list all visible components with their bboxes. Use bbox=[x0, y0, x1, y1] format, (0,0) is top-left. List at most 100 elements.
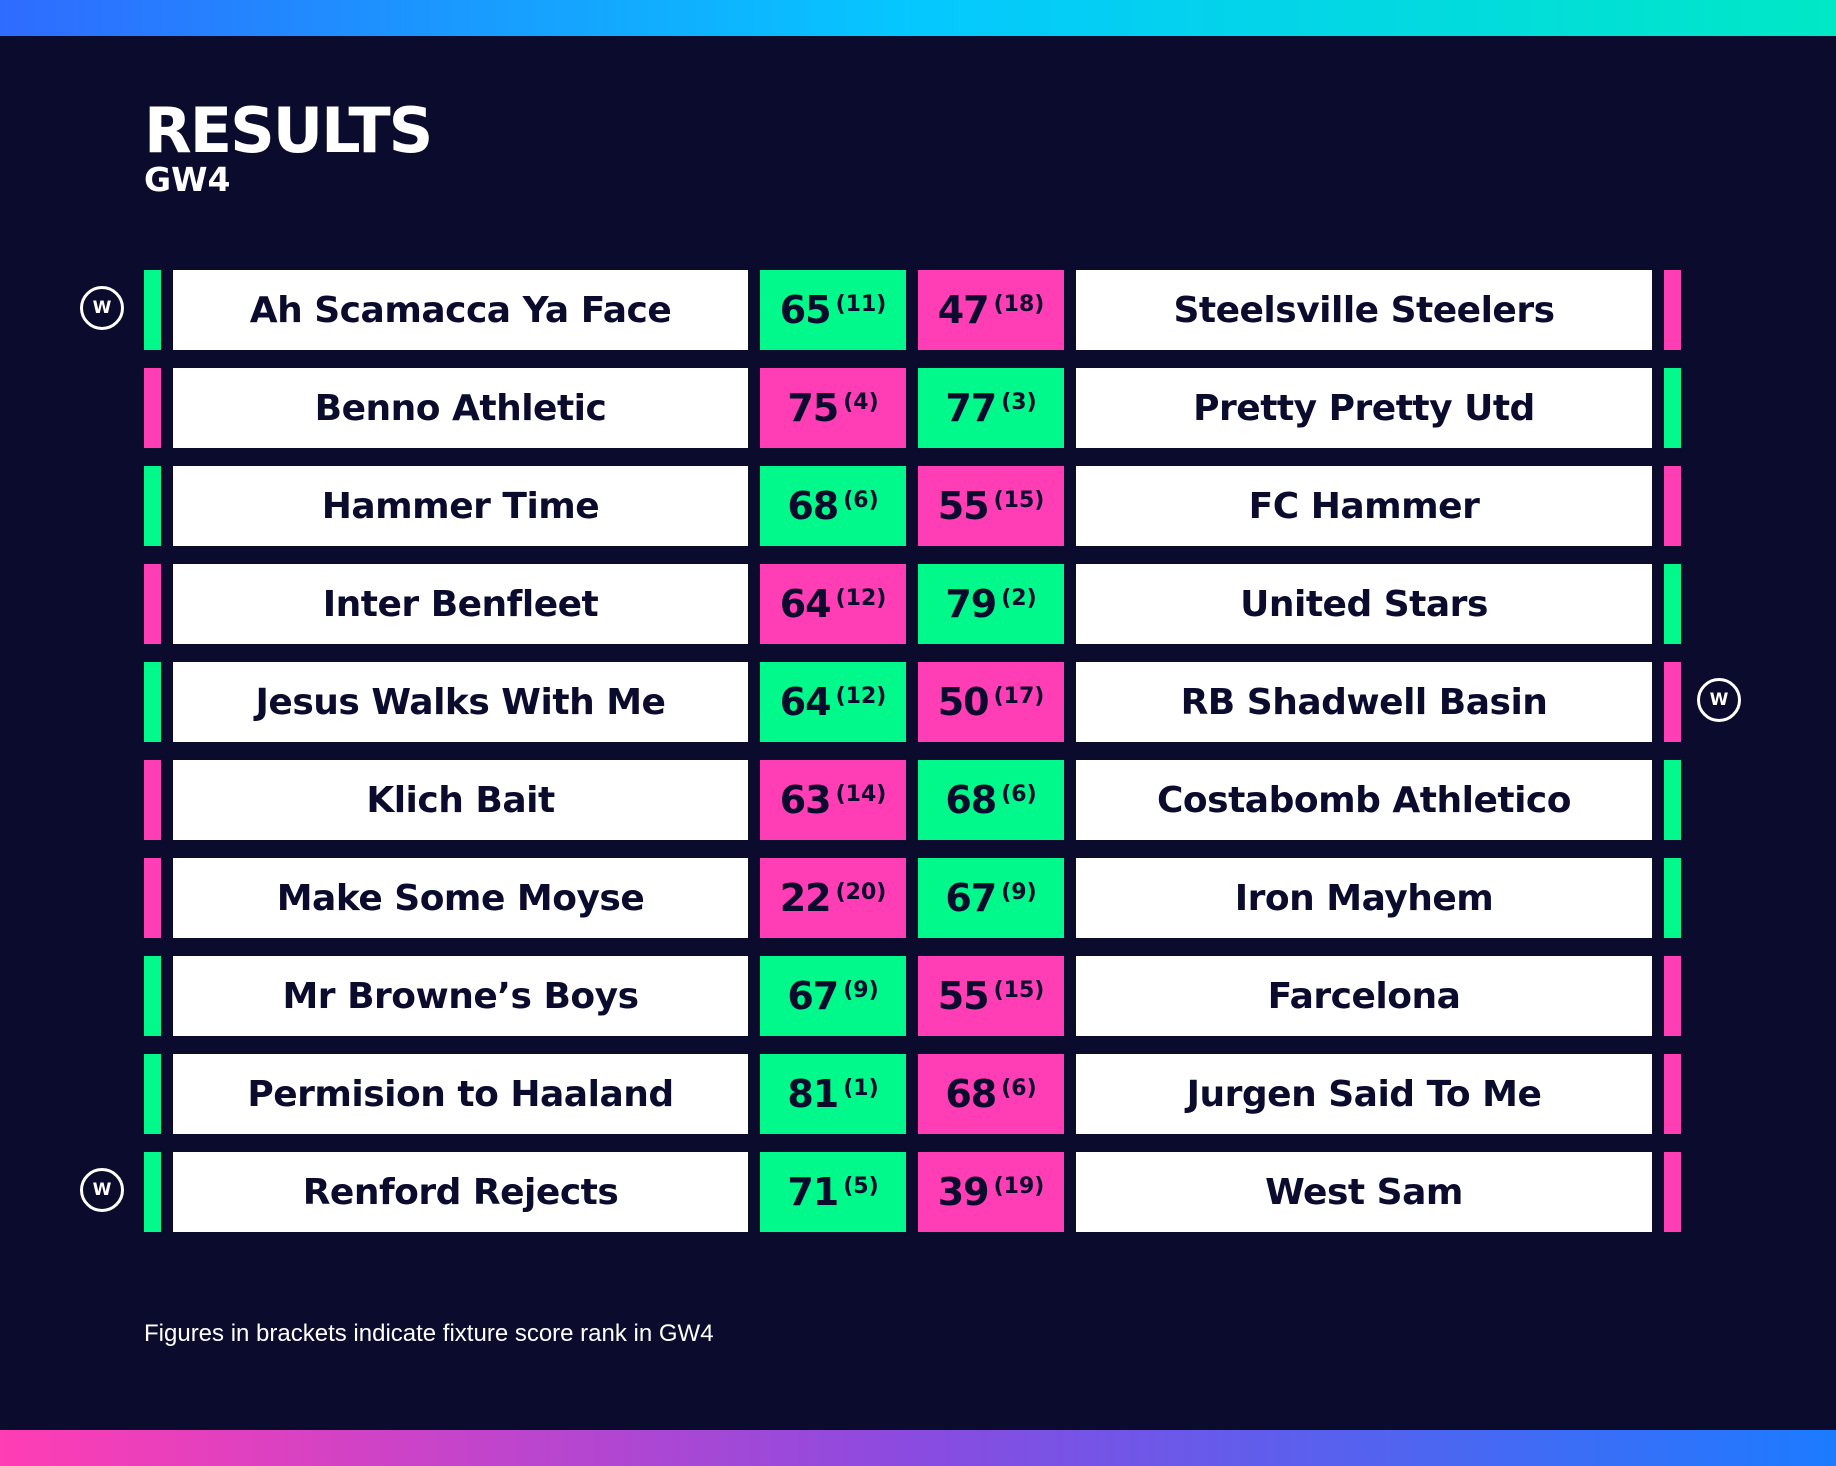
away-team-name: Iron Mayhem bbox=[1076, 858, 1652, 938]
away-score: 68 (6) bbox=[918, 1054, 1064, 1134]
away-score: 79 (2) bbox=[918, 564, 1064, 644]
away-score-rank: (2) bbox=[1001, 585, 1037, 611]
home-score: 65 (11) bbox=[760, 270, 906, 350]
home-score: 64 (12) bbox=[760, 564, 906, 644]
away-team-name: West Sam bbox=[1076, 1152, 1652, 1232]
away-team-name: FC Hammer bbox=[1076, 466, 1652, 546]
home-score-points: 67 bbox=[787, 974, 839, 1018]
away-result-stripe bbox=[1664, 270, 1681, 350]
home-score-rank: (12) bbox=[835, 585, 887, 611]
away-score-rank: (9) bbox=[1001, 879, 1037, 905]
away-team-name: United Stars bbox=[1076, 564, 1652, 644]
home-result-stripe bbox=[144, 270, 161, 350]
away-score: 55 (15) bbox=[918, 956, 1064, 1036]
home-score-points: 64 bbox=[779, 680, 832, 724]
away-score-points: 77 bbox=[945, 386, 997, 430]
home-result-stripe bbox=[144, 662, 161, 742]
home-score-points: 71 bbox=[787, 1170, 839, 1214]
away-score-points: 79 bbox=[945, 582, 997, 626]
fixture-row: Benno Athletic 75 (4) 77 (3) Pretty Pretty Ut… bbox=[0, 368, 1836, 448]
home-score-points: 68 bbox=[787, 484, 839, 528]
home-score-points: 65 bbox=[779, 288, 832, 332]
home-team-name: Ah Scamacca Ya Face bbox=[173, 270, 748, 350]
away-score-rank: (17) bbox=[993, 683, 1045, 709]
away-team-name: Pretty Pretty Utd bbox=[1076, 368, 1652, 448]
home-team-name: Benno Athletic bbox=[173, 368, 748, 448]
win-badge-icon: W bbox=[80, 286, 124, 330]
away-score-points: 50 bbox=[937, 680, 990, 724]
away-result-stripe bbox=[1664, 858, 1681, 938]
home-team-name: Mr Browne’s Boys bbox=[173, 956, 748, 1036]
home-score-rank: (1) bbox=[843, 1075, 879, 1101]
fixture-row: Jesus Walks With Me 64 (12) 50 (17) RB Shadwe… bbox=[0, 662, 1836, 742]
away-score-rank: (6) bbox=[1001, 1075, 1037, 1101]
home-result-stripe bbox=[144, 368, 161, 448]
home-score-points: 64 bbox=[779, 582, 832, 626]
away-score-points: 55 bbox=[937, 484, 990, 528]
win-badge-icon: W bbox=[80, 1168, 124, 1212]
gameweek-label: GW4 bbox=[144, 160, 231, 199]
home-score: 64 (12) bbox=[760, 662, 906, 742]
home-score: 63 (14) bbox=[760, 760, 906, 840]
away-score: 77 (3) bbox=[918, 368, 1064, 448]
home-team-name: Renford Rejects bbox=[173, 1152, 748, 1232]
away-team-name: Farcelona bbox=[1076, 956, 1652, 1036]
away-result-stripe bbox=[1664, 1152, 1681, 1232]
away-result-stripe bbox=[1664, 1054, 1681, 1134]
home-result-stripe bbox=[144, 956, 161, 1036]
away-score: 50 (17) bbox=[918, 662, 1064, 742]
fixture-row: Renford Rejects 71 (5) 39 (19) West Sam W bbox=[0, 1152, 1836, 1232]
home-score: 75 (4) bbox=[760, 368, 906, 448]
home-score-rank: (14) bbox=[835, 781, 887, 807]
away-score-rank: (19) bbox=[993, 1173, 1045, 1199]
home-result-stripe bbox=[144, 466, 161, 546]
home-score-rank: (9) bbox=[843, 977, 879, 1003]
home-score-rank: (12) bbox=[835, 683, 887, 709]
away-score-points: 67 bbox=[945, 876, 997, 920]
home-score: 71 (5) bbox=[760, 1152, 906, 1232]
away-result-stripe bbox=[1664, 466, 1681, 546]
home-team-name: Klich Bait bbox=[173, 760, 748, 840]
home-result-stripe bbox=[144, 858, 161, 938]
home-score-rank: (5) bbox=[843, 1173, 879, 1199]
page-title: RESULTS bbox=[144, 94, 433, 167]
home-team-name: Permision to Haaland bbox=[173, 1054, 748, 1134]
home-score: 81 (1) bbox=[760, 1054, 906, 1134]
away-result-stripe bbox=[1664, 662, 1681, 742]
away-score-points: 55 bbox=[937, 974, 990, 1018]
away-score-rank: (3) bbox=[1001, 389, 1037, 415]
away-team-name: Costabomb Athletico bbox=[1076, 760, 1652, 840]
away-result-stripe bbox=[1664, 956, 1681, 1036]
away-score: 39 (19) bbox=[918, 1152, 1064, 1232]
home-score-points: 81 bbox=[787, 1072, 839, 1116]
home-result-stripe bbox=[144, 1054, 161, 1134]
home-team-name: Make Some Moyse bbox=[173, 858, 748, 938]
top-gradient-bar bbox=[0, 0, 1836, 36]
home-score-rank: (20) bbox=[835, 879, 887, 905]
home-score: 22 (20) bbox=[760, 858, 906, 938]
home-result-stripe bbox=[144, 760, 161, 840]
fixture-row: Permision to Haaland 81 (1) 68 (6) Jurgen Sai… bbox=[0, 1054, 1836, 1134]
away-result-stripe bbox=[1664, 760, 1681, 840]
away-score-rank: (15) bbox=[993, 487, 1045, 513]
away-score: 68 (6) bbox=[918, 760, 1064, 840]
home-team-name: Inter Benfleet bbox=[173, 564, 748, 644]
win-badge-icon: W bbox=[1697, 678, 1741, 722]
home-score-points: 22 bbox=[779, 876, 832, 920]
footnote: Figures in brackets indicate fixture sco… bbox=[144, 1320, 714, 1347]
home-score-rank: (11) bbox=[835, 291, 887, 317]
away-score-points: 39 bbox=[937, 1170, 990, 1214]
home-result-stripe bbox=[144, 564, 161, 644]
home-score: 68 (6) bbox=[760, 466, 906, 546]
away-result-stripe bbox=[1664, 368, 1681, 448]
away-score-points: 68 bbox=[945, 1072, 997, 1116]
home-team-name: Jesus Walks With Me bbox=[173, 662, 748, 742]
away-score-points: 68 bbox=[945, 778, 997, 822]
away-score: 47 (18) bbox=[918, 270, 1064, 350]
home-score: 67 (9) bbox=[760, 956, 906, 1036]
away-team-name: RB Shadwell Basin bbox=[1076, 662, 1652, 742]
home-score-rank: (6) bbox=[843, 487, 879, 513]
away-score-rank: (15) bbox=[993, 977, 1045, 1003]
bottom-gradient-bar bbox=[0, 1430, 1836, 1466]
away-score-points: 47 bbox=[937, 288, 990, 332]
